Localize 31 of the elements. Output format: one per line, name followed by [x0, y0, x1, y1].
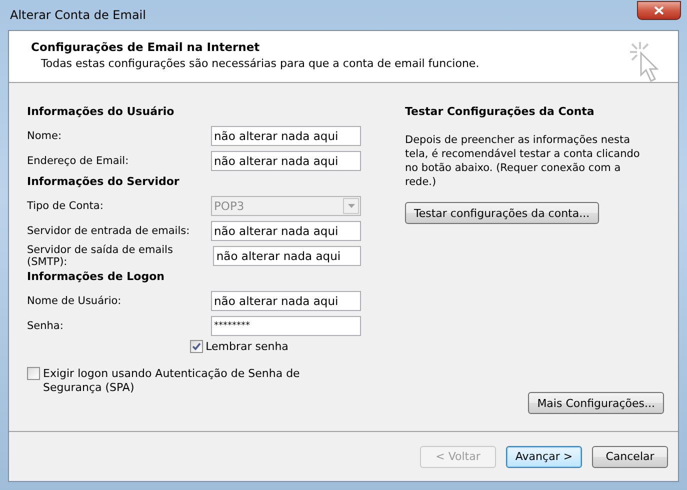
- checkbox[interactable]: [27, 367, 40, 380]
- close-icon: [654, 6, 664, 14]
- header-title: Configurações de Email na Internet: [31, 40, 261, 54]
- input-field[interactable]: não alterar nada aqui: [211, 150, 361, 170]
- test-settings-button[interactable]: Testar configurações da conta...: [405, 202, 599, 224]
- section-heading: Informações de Logon: [27, 270, 166, 285]
- footer-button[interactable]: Avançar >: [506, 446, 582, 468]
- input-field[interactable]: não alterar nada aqui: [211, 290, 361, 310]
- input-field[interactable]: não alterar nada aqui: [211, 126, 361, 146]
- footer-button[interactable]: Cancelar: [592, 446, 668, 468]
- field-label: Nome:: [27, 130, 62, 142]
- section-heading: Informações do Servidor: [27, 175, 180, 190]
- section-heading: Testar Configurações da Conta: [405, 105, 596, 120]
- more-settings-button[interactable]: Mais Configurações...: [528, 392, 664, 414]
- window-title: Alterar Conta de Email: [10, 8, 146, 22]
- field-label: Nome de Usuário:: [27, 294, 122, 306]
- checkbox-label: Lembrar senha: [206, 340, 288, 353]
- field-label: Endereço de Email:: [27, 154, 129, 166]
- field-label: Servidor de saída de emails (SMTP):: [27, 244, 174, 268]
- input-field[interactable]: não alterar nada aqui: [213, 246, 361, 266]
- close-button[interactable]: [637, 0, 681, 20]
- header-subtitle: Todas estas configurações são necessárias para que a conta de email funcione.: [41, 57, 480, 70]
- field-label: Tipo de Conta:: [27, 200, 104, 212]
- password-field[interactable]: ********: [211, 316, 361, 336]
- description-text: Depois de preencher as informações nesta tela, é recomendável testar a conta clicando no botão abaixo. (Requer conexão com a rede.): [405, 133, 641, 189]
- checkbox[interactable]: [190, 340, 203, 353]
- field-label: Servidor de entrada de emails:: [27, 224, 190, 236]
- section-heading: Informações do Usuário: [27, 105, 176, 120]
- checkbox-label: Exigir logon usando Autenticação de Senha de Segurança (SPA): [43, 367, 301, 395]
- field-label: Senha:: [27, 320, 64, 332]
- input-field[interactable]: não alterar nada aqui: [211, 220, 361, 240]
